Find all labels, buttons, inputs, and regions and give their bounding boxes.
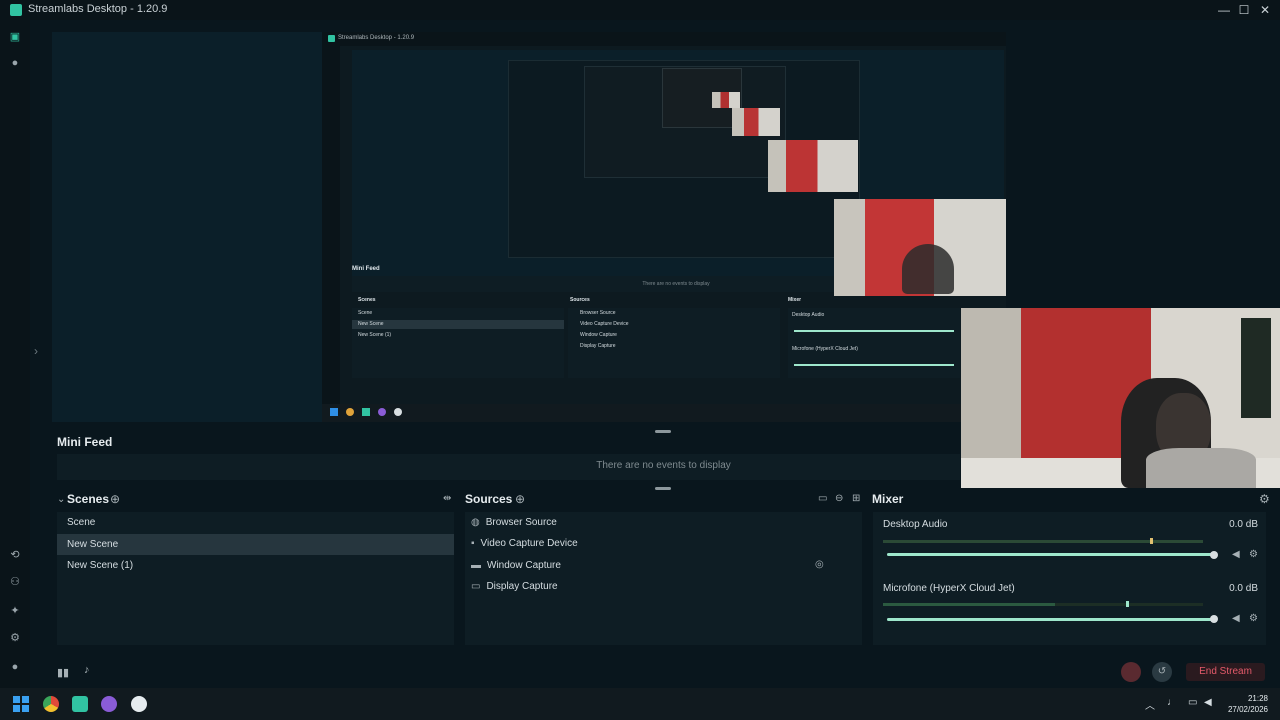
chevron-down-icon[interactable]: ⌄ [57, 494, 65, 505]
channel-settings-gear-icon[interactable]: ⚙ [1249, 613, 1258, 624]
volume-icon[interactable]: ◀ [1204, 697, 1212, 708]
nested-mixer-title: Mixer [788, 297, 802, 303]
replay-buffer-icon[interactable]: ↺ [1152, 662, 1172, 682]
add-folder-icon[interactable]: ▭ [818, 493, 827, 504]
audio-peak [1126, 601, 1129, 607]
nested-mini-feed-empty: There are no events to display [642, 281, 710, 287]
scenes-list: Scene New Scene New Scene (1) [57, 512, 454, 645]
mixer-panel [873, 512, 1266, 645]
end-stream-button[interactable]: End Stream [1186, 663, 1265, 681]
clock-date[interactable]: 27/02/2026 [1225, 705, 1268, 714]
monitor-icon: ▭ [471, 581, 481, 592]
close-button[interactable]: ✕ [1257, 2, 1273, 18]
effects-icon[interactable]: ✦ [8, 604, 22, 618]
scenes-title: Scenes [67, 492, 110, 506]
scene-item-selected[interactable]: New Scene [57, 534, 454, 555]
mixer-channel-level: 0.0 dB [1229, 583, 1258, 594]
add-source-icon[interactable]: ⊕ [515, 492, 525, 506]
scene-item[interactable]: New Scene (1) [57, 555, 454, 576]
maximize-button[interactable]: ☐ [1236, 2, 1252, 18]
taskbar [0, 688, 1280, 720]
remove-source-icon[interactable]: ⊖ [835, 493, 843, 504]
clock-time[interactable]: 21:28 [1238, 694, 1268, 703]
nested-sources-title: Sources [570, 297, 590, 303]
notifications-bell-icon[interactable]: ♪ [84, 664, 90, 676]
source-item[interactable]: ▬ Window Capture [465, 555, 862, 576]
nested-preview: Streamlabs Desktop - 1.20.9 Mini Feed Th… [322, 32, 1006, 422]
resize-grip[interactable] [655, 430, 671, 433]
profile-icon[interactable]: ● [8, 660, 22, 674]
studio-mode-icon[interactable]: ● [8, 56, 22, 70]
nested-scene-1: New Scene [358, 321, 384, 327]
window-title: Streamlabs Desktop - 1.20.9 [28, 3, 168, 15]
mixer-channel-name: Desktop Audio [883, 519, 948, 530]
resize-grip[interactable] [655, 487, 671, 490]
nested-source-2: Window Capture [580, 332, 617, 338]
microphone-icon[interactable]: ♩ [1167, 697, 1177, 708]
nested-mixer-channel-1: Microfone (HyperX Cloud Jet) [792, 346, 858, 352]
sources-list: ◍ Browser Source ▪ Video Capture Device ▬ W… [465, 512, 862, 645]
volume-slider-fill [887, 618, 1212, 621]
mixer-channel-name: Microfone (HyperX Cloud Jet) [883, 583, 1015, 594]
audio-meter [883, 540, 1203, 543]
mini-feed-empty-text: There are no events to display [596, 460, 731, 471]
mixer-channel-level: 0.0 dB [1229, 519, 1258, 530]
network-icon[interactable]: ▭ [1188, 697, 1197, 708]
add-scene-icon[interactable]: ⊕ [110, 492, 120, 506]
settings-gear-icon[interactable]: ⚙ [8, 631, 22, 645]
speaker-icon[interactable]: ◀ [1232, 549, 1240, 560]
mixer-settings-gear-icon[interactable]: ⚙ [1259, 492, 1270, 506]
source-properties-icon[interactable]: ⊞ [852, 493, 860, 504]
audio-peak [1150, 538, 1153, 544]
audio-meter-fill [883, 603, 1055, 606]
media-player-icon[interactable] [131, 696, 147, 712]
camera-icon: ▪ [471, 538, 475, 549]
integrations-icon[interactable]: ⚇ [8, 575, 22, 589]
scene-item[interactable]: Scene [57, 512, 454, 533]
chevron-up-icon[interactable]: ︿ [1145, 697, 1155, 712]
source-item[interactable]: ▪ Video Capture Device [465, 533, 862, 554]
nested-source-3: Display Capture [580, 343, 616, 349]
volume-slider-knob[interactable] [1210, 551, 1218, 559]
streamlabs-logo-icon [10, 4, 22, 16]
nested-title: Streamlabs Desktop - 1.20.9 [338, 35, 415, 41]
performance-icon[interactable]: ▮▮ [57, 666, 69, 679]
volume-slider-knob[interactable] [1210, 615, 1218, 623]
channel-settings-gear-icon[interactable]: ⚙ [1249, 549, 1258, 560]
visibility-hidden-icon[interactable]: ◎ [815, 559, 824, 570]
mixer-title: Mixer [872, 492, 904, 506]
editor-icon[interactable]: ▣ [8, 30, 22, 44]
scene-transitions-icon[interactable]: ⇹ [443, 493, 451, 504]
chevron-right-icon[interactable]: › [34, 344, 38, 358]
nested-source-0: Browser Source [580, 310, 616, 316]
sources-title: Sources [465, 492, 513, 506]
streamlabs-taskbar-icon[interactable] [72, 696, 88, 712]
nested-scenes-title: Scenes [358, 297, 376, 303]
minimize-button[interactable]: — [1216, 2, 1232, 18]
speaker-icon[interactable]: ◀ [1232, 613, 1240, 624]
windows-start-icon[interactable] [13, 696, 29, 712]
volume-slider-fill [887, 553, 1212, 556]
nested-scene-0: Scene [358, 310, 373, 316]
title-bar [0, 0, 1280, 20]
link-icon[interactable]: ⟲ [8, 548, 22, 562]
nested-mixer-channel-0: Desktop Audio [792, 312, 825, 318]
nested-scene-2: New Scene (1) [358, 332, 392, 338]
window-icon: ▬ [471, 560, 481, 571]
source-item[interactable]: ◍ Browser Source [465, 512, 862, 533]
chrome-icon[interactable] [43, 696, 59, 712]
spotify-icon[interactable] [101, 696, 117, 712]
nested-source-1: Video Capture Device [580, 321, 629, 327]
source-item[interactable]: ▭ Display Capture [465, 576, 862, 597]
mini-feed-title: Mini Feed [57, 435, 113, 449]
record-button[interactable] [1121, 662, 1141, 682]
nested-mini-feed-title: Mini Feed [352, 266, 380, 272]
globe-icon: ◍ [471, 517, 480, 528]
